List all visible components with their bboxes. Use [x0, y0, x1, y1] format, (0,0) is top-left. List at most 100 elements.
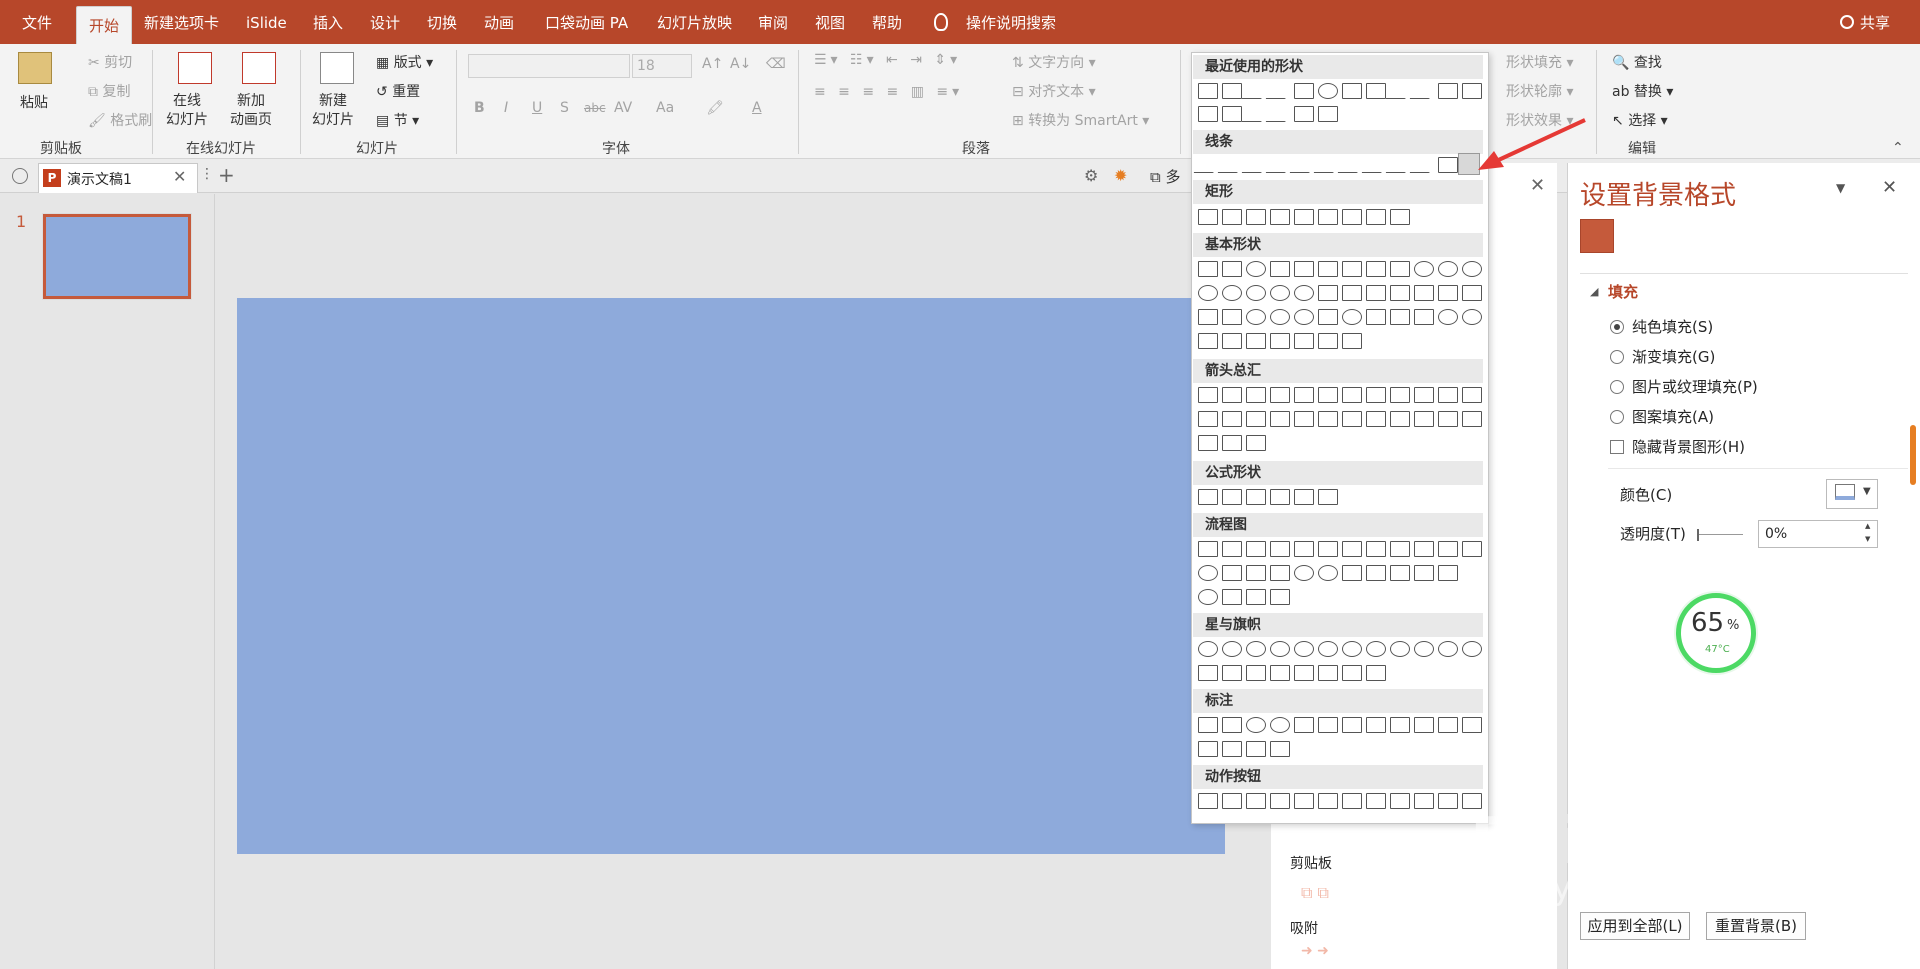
slide-canvas[interactable] — [237, 298, 1225, 854]
reset-button[interactable]: ↺ 重置 — [376, 81, 420, 101]
shrink-font-button[interactable]: A↓ — [730, 56, 751, 72]
italic-button[interactable]: I — [504, 100, 508, 116]
spinner-down-icon[interactable]: ▼ — [1865, 535, 1870, 543]
shadow-button[interactable]: S — [560, 100, 569, 116]
tab-review[interactable]: 审阅 — [758, 0, 788, 44]
clear-format-icon[interactable]: ⌫ — [766, 56, 786, 72]
shape-fill-button[interactable]: 形状填充 ▾ — [1506, 52, 1573, 72]
close-icon[interactable]: ✕ — [1882, 177, 1897, 198]
document-tab[interactable]: P 演示文稿1 ✕ — [38, 163, 198, 193]
find-button[interactable]: 🔍 查找 — [1612, 52, 1662, 72]
star-shapes-row[interactable] — [1198, 641, 1486, 663]
arrow-shapes-row[interactable] — [1198, 387, 1486, 409]
format-painter-button[interactable]: 🖌 格式刷 — [88, 110, 152, 130]
flowchart-shapes-row[interactable] — [1198, 541, 1486, 563]
transparency-slider-track[interactable] — [1699, 534, 1743, 535]
arrow-shapes-row[interactable] — [1198, 411, 1486, 433]
settings-gear-icon[interactable]: ⚙ — [1084, 166, 1098, 185]
highlight-icon[interactable]: 🖍 — [706, 100, 724, 116]
performance-widget[interactable]: 65 % 47°C — [1676, 593, 1756, 673]
reset-background-button[interactable]: 重置背景(B) — [1706, 912, 1806, 940]
multi-window-button[interactable]: ⧉ 多 — [1150, 166, 1181, 187]
tab-view[interactable]: 视图 — [815, 0, 845, 44]
tab-islide[interactable]: iSlide — [246, 0, 287, 44]
transparency-input[interactable]: 0% — [1758, 520, 1878, 548]
new-slide-button[interactable]: 新建 幻灯片 — [312, 92, 354, 130]
shape-outline-button[interactable]: 形状轮廓 ▾ — [1506, 81, 1573, 101]
close-tab-icon[interactable]: ✕ — [173, 167, 186, 186]
color-picker-button[interactable]: ▼ — [1826, 479, 1878, 509]
apply-to-all-button[interactable]: 应用到全部(L) — [1580, 912, 1690, 940]
smartart-button[interactable]: ⊞ 转换为 SmartArt ▾ — [1012, 110, 1149, 130]
basic-shapes-row[interactable] — [1198, 333, 1366, 355]
tell-me-search[interactable]: 操作说明搜索 — [966, 0, 1056, 44]
new-tab-icon[interactable]: + — [218, 163, 235, 187]
banner-shapes-row[interactable] — [1198, 665, 1390, 687]
tab-new[interactable]: 新建选项卡 — [144, 0, 219, 44]
callout-shapes-row[interactable] — [1198, 741, 1294, 763]
shape-row[interactable] — [1198, 106, 1342, 128]
font-name-select[interactable] — [468, 54, 630, 78]
tab-design[interactable]: 设计 — [370, 0, 400, 44]
align-icons[interactable]: ≡ ≡ ≡ ≡ ▥ ≡▾ — [814, 84, 963, 100]
tab-help[interactable]: 帮助 — [872, 0, 902, 44]
collapse-triangle-icon[interactable]: ◢ — [1590, 285, 1598, 298]
change-case-button[interactable]: Aa — [656, 100, 674, 116]
copy-icon[interactable]: ⧉ ⧉ — [1301, 883, 1329, 903]
pattern-fill-radio[interactable] — [1610, 410, 1624, 424]
snap-icon[interactable]: ➜ ➜ — [1301, 943, 1329, 959]
collapse-ribbon-icon[interactable]: ⌃ — [1892, 140, 1904, 156]
share-button[interactable]: 共享 — [1860, 0, 1890, 44]
solid-fill-radio[interactable] — [1610, 320, 1624, 334]
paste-button[interactable]: 粘贴 — [20, 92, 48, 112]
underline-button[interactable]: U — [532, 100, 542, 116]
flowchart-shapes-row[interactable] — [1198, 565, 1462, 587]
font-color-button[interactable]: A — [752, 100, 762, 116]
spacing-button[interactable]: AV — [614, 100, 632, 116]
transparency-slider-thumb[interactable] — [1697, 529, 1699, 541]
picture-fill-radio[interactable] — [1610, 380, 1624, 394]
action-buttons-row[interactable] — [1198, 793, 1486, 815]
tab-menu-icon[interactable]: ⋮ — [200, 166, 214, 182]
tab-file[interactable]: 文件 — [22, 0, 52, 44]
equation-shapes-row[interactable] — [1198, 489, 1342, 511]
hide-bg-checkbox[interactable] — [1610, 440, 1624, 454]
tab-insert[interactable]: 插入 — [313, 0, 343, 44]
new-anim-page-button[interactable]: 新加 动画页 — [230, 92, 272, 130]
sun-icon[interactable]: ✹ — [1114, 166, 1127, 185]
line-shapes-row[interactable] — [1193, 157, 1462, 179]
bold-button[interactable]: B — [474, 100, 485, 116]
section-button[interactable]: ▤ 节 ▾ — [376, 110, 419, 130]
tab-animations[interactable]: 动画 — [484, 0, 514, 44]
callout-shapes-row[interactable] — [1198, 717, 1486, 739]
panel-scrollbar[interactable] — [1910, 425, 1916, 485]
basic-shapes-row[interactable] — [1198, 309, 1486, 331]
spinner-up-icon[interactable]: ▲ — [1865, 522, 1870, 530]
bullets-icon[interactable]: ☰▾ ☷▾ ⇤ ⇥ ⇕▾ — [814, 52, 961, 68]
rectangle-shapes-row[interactable] — [1198, 209, 1414, 231]
text-direction-button[interactable]: ⇅ 文字方向 ▾ — [1012, 52, 1096, 72]
cut-button[interactable]: ✂ 剪切 — [88, 52, 132, 72]
online-slides-button[interactable]: 在线 幻灯片 — [166, 92, 208, 130]
basic-shapes-row[interactable] — [1198, 285, 1486, 307]
fill-section-header[interactable]: 填充 — [1608, 281, 1638, 302]
replace-button[interactable]: ab 替换 ▾ — [1612, 81, 1673, 101]
fill-paint-bucket-icon[interactable] — [1580, 219, 1614, 253]
history-icon[interactable] — [12, 168, 28, 184]
panel-options-chevron-icon[interactable]: ▼ — [1836, 181, 1845, 195]
align-text-button[interactable]: ⊟ 对齐文本 ▾ — [1012, 81, 1096, 101]
tab-slideshow[interactable]: 幻灯片放映 — [657, 0, 732, 44]
flowchart-shapes-row[interactable] — [1198, 589, 1294, 611]
close-panel-icon[interactable]: ✕ — [1530, 175, 1545, 196]
strike-button[interactable]: abc — [584, 101, 606, 115]
shape-row[interactable] — [1198, 83, 1486, 105]
tab-pocket-anim[interactable]: 口袋动画 PA — [545, 0, 628, 44]
arrow-shapes-row[interactable] — [1198, 435, 1270, 457]
basic-shapes-row[interactable] — [1198, 261, 1486, 283]
copy-button[interactable]: ⧉ 复制 — [88, 81, 130, 101]
grow-font-button[interactable]: A↑ — [702, 56, 723, 72]
gradient-fill-radio[interactable] — [1610, 350, 1624, 364]
font-size-select[interactable]: 18 — [632, 54, 692, 78]
tab-transitions[interactable]: 切换 — [427, 0, 457, 44]
select-button[interactable]: ↖ 选择 ▾ — [1612, 110, 1668, 130]
